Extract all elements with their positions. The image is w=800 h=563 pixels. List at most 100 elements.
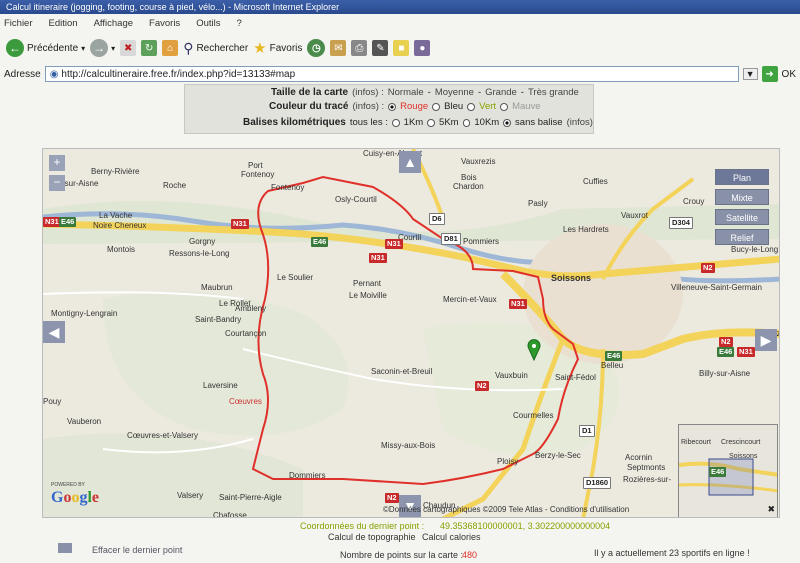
size-tres-grande[interactable]: Très grande — [528, 87, 579, 98]
print-icon[interactable]: ⎙ — [351, 40, 368, 56]
go-arrow-icon[interactable]: ➜ — [761, 66, 778, 82]
zoom-out-button[interactable]: − — [49, 175, 65, 191]
menu-edition[interactable]: Edition — [49, 18, 78, 30]
place-label: Missy-aux-Bois — [381, 441, 436, 450]
search-label: Rechercher — [196, 42, 249, 54]
marker-radio-5km[interactable] — [427, 118, 436, 127]
place-label: Pernant — [353, 279, 382, 288]
km-markers-label: Balises kilométriques — [243, 117, 346, 128]
marker-radio-10km[interactable] — [462, 118, 471, 127]
road-shield: D1 — [579, 425, 595, 437]
favorites-button[interactable]: ★ Favoris — [253, 39, 302, 57]
color-radio-mauve[interactable] — [500, 102, 509, 111]
edit-icon[interactable]: ✎ — [372, 40, 389, 56]
messenger-icon[interactable]: ● — [414, 40, 431, 56]
topography-link[interactable]: Calcul de topographie — [328, 532, 416, 542]
map-size-info[interactable]: (infos) : — [352, 87, 384, 98]
undo-button[interactable]: Effacer le dernier point — [92, 545, 182, 555]
map-type-plan[interactable]: Plan — [715, 169, 769, 185]
pan-up-button[interactable]: ▲ — [399, 151, 421, 173]
place-label: Noire Cheneux — [93, 221, 147, 230]
size-normale[interactable]: Normale — [388, 87, 424, 98]
points-label: Nombre de points sur la carte : — [340, 550, 464, 560]
place-label: Maubrun — [201, 283, 233, 292]
back-button[interactable]: ← Précédente ▾ — [6, 39, 85, 57]
place-label: Septmonts — [627, 463, 666, 472]
menu-fichier[interactable]: Fichier — [4, 18, 33, 30]
place-label: Ressons-le-Long — [169, 249, 230, 258]
map-type-mixte[interactable]: Mixte — [715, 189, 769, 205]
road-shield: N31 — [385, 239, 403, 249]
color-option-rouge: Rouge — [400, 101, 429, 112]
chevron-down-icon[interactable]: ▾ — [81, 44, 85, 53]
km-markers-prefix: tous les : — [349, 117, 388, 128]
road-shield: E46 — [311, 237, 329, 247]
go-button[interactable]: OK — [782, 69, 796, 80]
chevron-down-icon[interactable]: ▾ — [111, 44, 115, 53]
route-color-label: Couleur du tracé — [269, 101, 349, 112]
home-icon[interactable]: ⌂ — [162, 40, 179, 56]
refresh-icon[interactable]: ↻ — [141, 40, 158, 56]
road-shield: D304 — [669, 217, 693, 229]
google-logo[interactable]: Google — [51, 489, 99, 507]
place-label: Chafosse — [213, 511, 247, 518]
coords-value: 49.35368100000001, 3.302200000000004 — [440, 521, 611, 531]
pan-right-button[interactable]: ▶ — [755, 329, 777, 351]
note-icon[interactable]: ■ — [393, 40, 410, 56]
color-option-bleu: Bleu — [444, 101, 464, 112]
undo-icon[interactable] — [58, 543, 72, 553]
arrow-right-icon: ▶ — [760, 331, 772, 348]
map-canvas[interactable]: Vic-sur-Aisne Berny-Rivière Roche Port F… — [42, 148, 780, 518]
stop-icon[interactable]: ✖ — [120, 40, 137, 56]
place-label: Cuffies — [583, 177, 608, 186]
marker-radio-1km[interactable] — [391, 118, 400, 127]
map-type-satellite[interactable]: Satellite — [715, 209, 769, 225]
mail-icon[interactable]: ✉ — [330, 40, 347, 56]
map-options-panel: Taille de la carte (infos) : Normale - Mo… — [184, 84, 594, 134]
history-icon[interactable]: ◷ — [307, 39, 326, 57]
road-shield: E46 — [59, 217, 77, 227]
arrow-up-icon: ▲ — [403, 154, 417, 170]
star-icon: ★ — [253, 40, 267, 57]
zoom-in-button[interactable]: + — [49, 155, 65, 171]
menu-affichage[interactable]: Affichage — [94, 18, 133, 30]
place-label: Port — [248, 161, 263, 170]
road-shield: N2 — [701, 263, 715, 273]
search-button[interactable]: ⚲ Rechercher — [183, 40, 248, 57]
km-markers-info[interactable]: (infos) — [567, 117, 593, 128]
back-arrow-icon: ← — [6, 39, 24, 57]
calories-link[interactable]: Calcul calories — [422, 532, 481, 542]
color-radio-bleu[interactable] — [432, 102, 441, 111]
color-radio-vert[interactable] — [467, 102, 476, 111]
menu-outils[interactable]: Outils — [196, 18, 220, 30]
place-label: Billy-sur-Aisne — [699, 369, 751, 378]
pan-left-button[interactable]: ◀ — [43, 321, 65, 343]
menu-favoris[interactable]: Favoris — [149, 18, 180, 30]
place-label: Crouy — [683, 197, 705, 206]
map-copyright[interactable]: ©Données cartographiques ©2009 Tele Atla… — [383, 505, 629, 514]
color-radio-rouge[interactable] — [388, 102, 397, 111]
place-label: Vauxrezis — [461, 157, 496, 166]
map-type-relief[interactable]: Relief — [715, 229, 769, 245]
marker-radio-none[interactable] — [503, 118, 512, 127]
favorites-label: Favoris — [269, 42, 303, 54]
address-input[interactable]: ◉ http://calcultineraire.free.fr/index.p… — [44, 66, 739, 82]
place-label: Roche — [163, 181, 187, 190]
menu-help[interactable]: ? — [236, 18, 241, 30]
route-color-info[interactable]: (infos) : — [352, 101, 384, 112]
place-label: Le Soulier — [277, 273, 314, 282]
window-title: Calcul itineraire (jogging, footing, cou… — [0, 0, 800, 14]
close-icon[interactable]: ✖ — [767, 504, 775, 515]
overview-map[interactable]: Ribecourt Crescincourt Soissons E46 ✖ — [678, 424, 778, 517]
place-label: Fontenoy — [271, 183, 305, 192]
size-moyenne[interactable]: Moyenne — [435, 87, 474, 98]
place-label: Laversine — [203, 381, 238, 390]
place-label: Les Hardrets — [563, 225, 609, 234]
place-label: Crescincourt — [721, 439, 761, 446]
forward-button[interactable]: → ▾ — [90, 39, 115, 57]
size-grande[interactable]: Grande — [485, 87, 517, 98]
road-shield: D81 — [441, 233, 461, 245]
start-marker-icon[interactable] — [527, 339, 541, 361]
address-dropdown-icon[interactable]: ▼ — [742, 68, 758, 80]
place-label: Chardon — [453, 182, 484, 191]
